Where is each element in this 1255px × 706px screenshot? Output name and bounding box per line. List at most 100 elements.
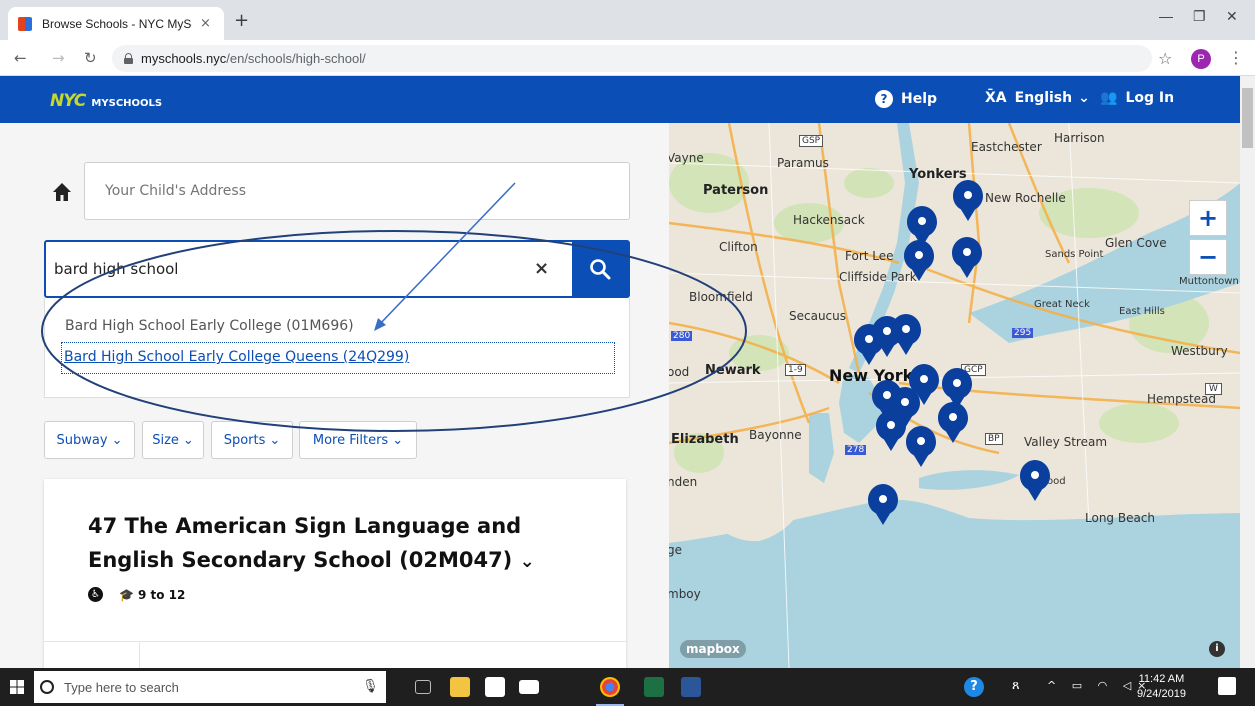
home-icon (53, 183, 71, 201)
clock-date: 9/24/2019 (1137, 688, 1186, 700)
taskbar-search-box[interactable]: Type here to search 🎙 (34, 671, 386, 703)
filter-label: Size (152, 432, 179, 448)
help-icon: ? (875, 90, 893, 108)
filter-label: More Filters (312, 432, 389, 448)
chrome-icon[interactable] (600, 677, 620, 697)
school-pin[interactable] (938, 402, 968, 443)
task-view-icon[interactable] (415, 680, 431, 694)
people-icon[interactable]: ጸ (1012, 678, 1020, 693)
windows-start-icon[interactable] (10, 680, 24, 694)
help-link[interactable]: ? Help (875, 90, 937, 108)
profile-avatar[interactable]: P (1191, 49, 1211, 69)
chevron-down-icon[interactable]: ⌄ (520, 551, 535, 572)
divider (44, 641, 626, 642)
school-pin[interactable] (953, 180, 983, 221)
favicon-icon (18, 16, 32, 31)
taskbar-search-placeholder: Type here to search (64, 679, 179, 695)
school-title-text: 47 The American Sign Language and Englis… (88, 514, 522, 572)
clear-search-icon[interactable]: × (534, 258, 549, 279)
forward-icon[interactable]: → (52, 49, 65, 67)
school-card[interactable]: 47 The American Sign Language and Englis… (44, 479, 626, 669)
info-icon[interactable]: i (1209, 641, 1225, 657)
logo-text: MYSCHOOLS (91, 98, 163, 109)
file-explorer-icon[interactable] (450, 677, 470, 697)
bookmark-star-icon[interactable]: ☆ (1158, 49, 1172, 68)
search-icon (590, 259, 611, 280)
browser-tab-bar: Browse Schools - NYC MySchool × + — ❐ ✕ (0, 0, 1255, 40)
notifications-icon[interactable] (1218, 677, 1236, 695)
url-path: /en/schools/high-school/ (226, 51, 366, 66)
browser-toolbar: ← → ↻ myschools.nyc/en/schools/high-scho… (0, 40, 1255, 76)
window-close-icon[interactable]: ✕ (1226, 8, 1238, 25)
chevron-down-icon: ⌄ (1078, 90, 1090, 106)
clock-time: 11:42 AM (1138, 673, 1185, 685)
help-icon[interactable]: ? (964, 677, 984, 697)
filter-sports-button[interactable]: Sports ⌄ (211, 421, 293, 459)
new-tab-button[interactable]: + (234, 10, 249, 31)
search-suggestions: Bard High School Early College (01M696) … (44, 298, 630, 398)
school-pin[interactable] (906, 426, 936, 467)
back-icon[interactable]: ← (14, 49, 27, 67)
school-pin[interactable] (876, 410, 906, 451)
scrollbar-thumb[interactable] (1242, 88, 1253, 148)
chevron-down-icon: ⌄ (269, 432, 281, 448)
school-pin[interactable] (891, 314, 921, 355)
reload-icon[interactable]: ↻ (84, 49, 97, 67)
school-search-box: × (44, 240, 630, 298)
excel-icon[interactable] (644, 677, 664, 697)
map-pins-layer (854, 180, 1050, 525)
minimize-icon[interactable]: — (1159, 8, 1173, 24)
language-label: English (1014, 90, 1073, 106)
login-link[interactable]: 👥 Log In (1100, 90, 1174, 106)
graduation-cap-icon: 🎓 (119, 587, 134, 602)
url-bar[interactable]: myschools.nyc/en/schools/high-school/ (112, 45, 1152, 72)
cortana-icon (40, 680, 54, 694)
browser-tab[interactable]: Browse Schools - NYC MySchool × (8, 7, 224, 40)
accessibility-icon: ♿ (88, 587, 103, 602)
word-icon[interactable] (681, 677, 701, 697)
school-pin[interactable] (952, 237, 982, 278)
search-button[interactable] (572, 242, 628, 296)
filter-subway-button[interactable]: Subway ⌄ (44, 421, 135, 459)
school-pin[interactable] (868, 484, 898, 525)
chevron-down-icon: ⌄ (392, 432, 404, 448)
chevron-down-icon: ⌄ (111, 432, 123, 448)
school-search-input[interactable] (54, 242, 524, 296)
microphone-icon[interactable]: 🎙 (362, 678, 379, 694)
taskbar-clock[interactable]: 11:42 AM 9/24/2019 (1137, 672, 1186, 702)
language-selector[interactable]: X̄A English ⌄ (985, 90, 1090, 106)
help-label: Help (901, 91, 938, 107)
translate-icon: X̄A (985, 90, 1007, 106)
school-meta: ♿ 🎓 9 to 12 (88, 587, 185, 602)
chevron-down-icon: ⌄ (182, 432, 194, 448)
suggestion-item[interactable]: Bard High School Early College (01M696) (65, 318, 354, 334)
mail-icon[interactable] (519, 680, 539, 694)
site-header: NYC MYSCHOOLS ? Help X̄A English ⌄ 👥 Log… (0, 76, 1240, 123)
grades-label: 9 to 12 (137, 587, 186, 602)
store-icon[interactable] (485, 677, 505, 697)
browser-menu-icon[interactable]: ⋮ (1228, 48, 1244, 67)
zoom-in-button[interactable]: + (1189, 200, 1227, 236)
lock-icon (124, 53, 133, 64)
suggestion-item-focused[interactable]: Bard High School Early College Queens (2… (61, 342, 615, 374)
filter-label: Sports (223, 432, 266, 448)
filter-label: Subway (56, 432, 108, 448)
logo-nyc: NYC (50, 91, 86, 111)
school-pin[interactable] (904, 240, 934, 281)
mapbox-logo[interactable]: mapbox (680, 640, 746, 658)
tab-title: Browse Schools - NYC MySchool (42, 16, 192, 31)
filter-size-button[interactable]: Size ⌄ (142, 421, 204, 459)
page-scrollbar[interactable] (1240, 76, 1255, 668)
tab-close-icon[interactable]: × (200, 16, 211, 31)
login-label: Log In (1125, 90, 1175, 106)
address-input[interactable] (84, 162, 630, 220)
restore-icon[interactable]: ❐ (1193, 8, 1206, 25)
site-logo[interactable]: NYC MYSCHOOLS (50, 91, 162, 111)
url-host: myschools.nyc (141, 51, 227, 66)
school-pin[interactable] (1020, 460, 1050, 501)
users-icon: 👥 (1100, 90, 1118, 106)
filter-more-button[interactable]: More Filters ⌄ (299, 421, 417, 459)
school-title[interactable]: 47 The American Sign Language and Englis… (88, 509, 548, 579)
zoom-out-button[interactable]: − (1189, 239, 1227, 275)
windows-taskbar: Type here to search 🎙 ? ጸ ^ ▭ ◠ ◁× 11:42… (0, 668, 1255, 706)
